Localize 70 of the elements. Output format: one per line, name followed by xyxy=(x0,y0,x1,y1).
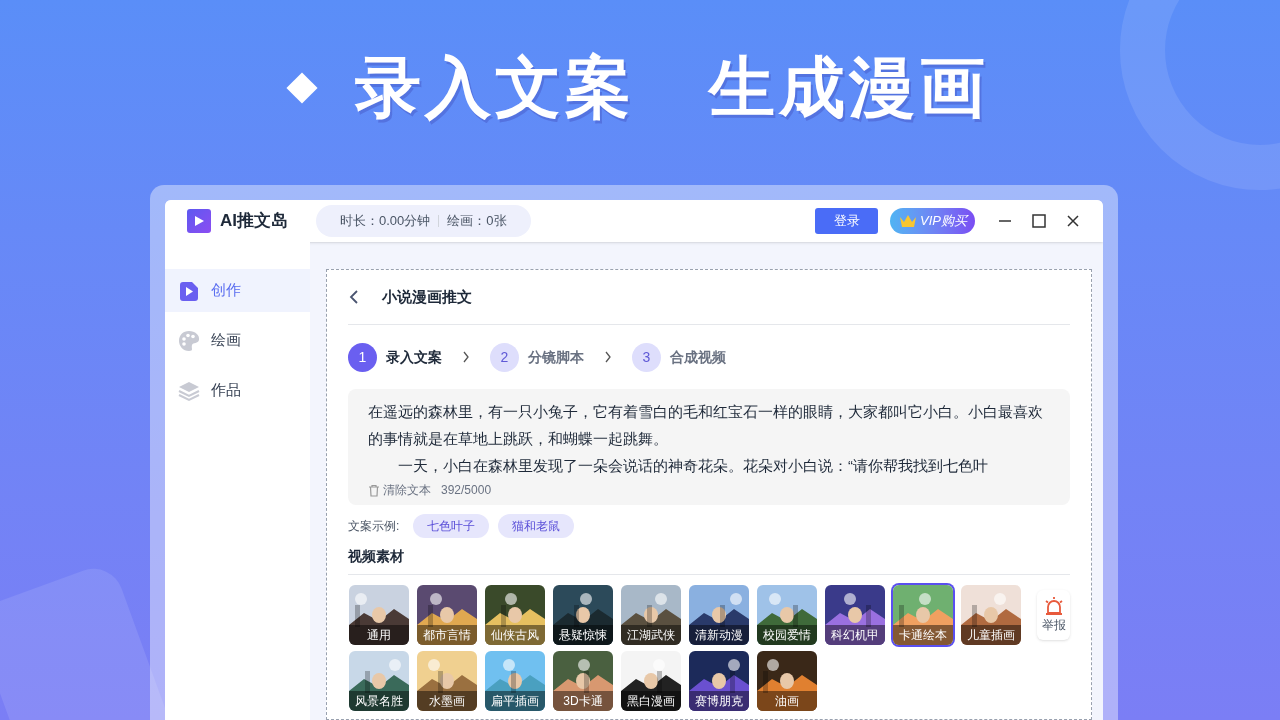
section-title: 视频素材 xyxy=(348,548,404,564)
material-tile[interactable]: 江湖武侠 xyxy=(621,585,681,645)
chevron-icon xyxy=(604,350,612,364)
tile-label: 通用 xyxy=(349,625,409,645)
tile-label: 风景名胜 xyxy=(349,691,409,711)
example-chip[interactable]: 七色叶子 xyxy=(413,514,490,538)
headline: 生成漫画 xyxy=(709,49,989,126)
material-tile[interactable]: 赛博朋克 xyxy=(689,651,749,711)
tile-label: 校园爱情 xyxy=(757,625,817,645)
tile-label: 扁平插画 xyxy=(485,691,545,711)
crown-icon xyxy=(898,213,919,229)
tile-label: 油画 xyxy=(757,691,817,711)
sidebar-item[interactable]: 作品 xyxy=(165,369,310,412)
char-count: 392/5000 xyxy=(441,482,492,499)
material-tile[interactable]: 扁平插画 xyxy=(485,651,545,711)
step-number: 1 xyxy=(348,342,377,372)
step-label: 录入文案 xyxy=(386,347,442,367)
text-area[interactable]: 在遥远的森林里，有一只小兔子，它有着雪白的毛和红宝石一样的眼睛，大家都叫它小白。小白最喜欢的事情就是在草地上跳跃，和蝴蝶一起跳舞。 一天，小白在森林里发现了一朵会说话的神奇花朵。花朵对小白说：“请你帮我找到七色叶 清除文本 392/5000 xyxy=(348,389,1070,505)
story-text: 在遥远的森林里，有一只小兔子，它有着雪白的毛和红宝石一样的眼睛，大家都叫它小白。小白最喜欢的事情就是在草地上跳跃，和蝴蝶一起跳舞。 xyxy=(368,402,1044,449)
material-tile[interactable]: 黑白漫画 xyxy=(621,651,681,711)
tile-label: 悬疑惊悚 xyxy=(553,625,613,645)
page-title: 小说漫画推文 xyxy=(382,286,472,307)
sidebar-item[interactable]: 创作 xyxy=(165,269,310,312)
material-tile[interactable]: 油画 xyxy=(757,651,817,711)
stat-text: 绘画：0张 xyxy=(447,212,507,231)
material-tile[interactable]: 悬疑惊悚 xyxy=(553,585,613,645)
back-icon[interactable] xyxy=(348,289,360,305)
material-tile[interactable]: 水墨画 xyxy=(417,651,477,711)
tile-label: 科幻机甲 xyxy=(825,625,885,645)
material-tile[interactable]: 风景名胜 xyxy=(349,651,409,711)
examples-label: 文案示例: xyxy=(348,518,400,535)
report-button[interactable]: 举报 xyxy=(1037,590,1070,640)
example-chip[interactable]: 猫和老鼠 xyxy=(498,514,575,538)
sidebar-item[interactable]: 绘画 xyxy=(165,319,310,362)
tile-label: 黑白漫画 xyxy=(621,691,681,711)
vip-button[interactable]: VIP购买 xyxy=(890,208,975,234)
tile-label: 清新动漫 xyxy=(689,625,749,645)
story-text: 一天，小白在森林里发现了一朵会说话的神奇花朵。花朵对小白说：“请你帮我找到七色叶 xyxy=(397,456,989,476)
maximize-icon[interactable] xyxy=(1031,213,1047,229)
tile-label: 仙侠古风 xyxy=(485,625,545,645)
tile-label: 儿童插画 xyxy=(961,625,1021,645)
logo-icon xyxy=(187,209,211,233)
trash-icon xyxy=(368,483,380,497)
tile-label: 水墨画 xyxy=(417,691,477,711)
close-icon[interactable] xyxy=(1065,213,1081,229)
material-tile[interactable]: 仙侠古风 xyxy=(485,585,545,645)
clear-text-button[interactable]: 清除文本 xyxy=(368,481,431,499)
material-tile[interactable]: 通用 xyxy=(349,585,409,645)
material-tile[interactable]: 都市言情 xyxy=(417,585,477,645)
tile-label: 赛博朋克 xyxy=(689,691,749,711)
headline: 录入文案 xyxy=(355,49,635,126)
tile-label: 3D卡通 xyxy=(553,691,613,711)
stat-text: 时长：0.00分钟 xyxy=(340,212,431,231)
material-tile[interactable]: 清新动漫 xyxy=(689,585,749,645)
material-tile[interactable]: 卡通绘本 xyxy=(893,585,953,645)
login-button[interactable]: 登录 xyxy=(815,208,879,234)
tile-label: 都市言情 xyxy=(417,625,477,645)
material-tile[interactable]: 3D卡通 xyxy=(553,651,613,711)
tile-label: 江湖武侠 xyxy=(621,625,681,645)
app-name: AI推文岛 xyxy=(220,210,288,233)
material-tile[interactable]: 儿童插画 xyxy=(961,585,1021,645)
material-tile[interactable]: 科幻机甲 xyxy=(825,585,885,645)
step-number: 3 xyxy=(632,342,661,372)
step-label: 合成视频 xyxy=(670,347,726,367)
palette-icon xyxy=(177,328,201,353)
tile-label: 卡通绘本 xyxy=(893,625,953,645)
step-label: 分镜脚本 xyxy=(528,347,584,367)
chevron-icon xyxy=(462,350,470,364)
step-number: 2 xyxy=(490,342,519,372)
material-tile[interactable]: 校园爱情 xyxy=(757,585,817,645)
